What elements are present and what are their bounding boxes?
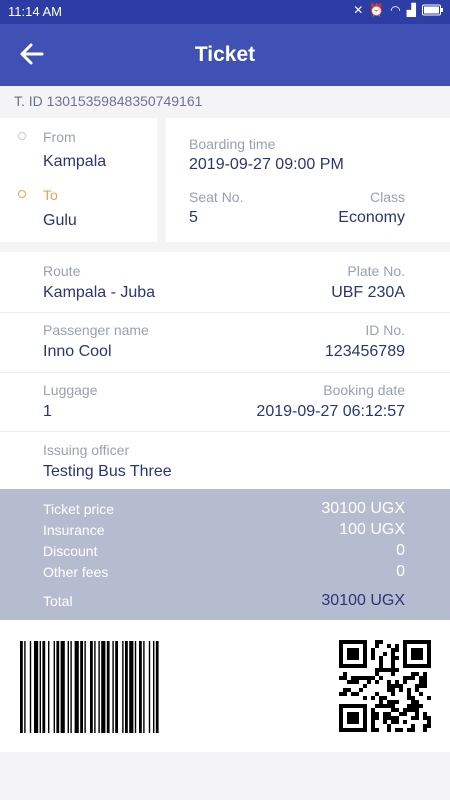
- insurance-value: 100 UGX: [339, 521, 405, 538]
- seat-value: 5: [189, 209, 198, 226]
- seat-label: Seat No.: [189, 189, 244, 205]
- other-fees-label: Other fees: [43, 564, 109, 580]
- plate-value: UBF 230A: [331, 284, 405, 301]
- id-label: ID No.: [365, 322, 405, 338]
- passenger-label: Passenger name: [43, 322, 149, 338]
- from-label: From: [43, 129, 76, 145]
- battery-icon: [422, 4, 443, 16]
- divider: [0, 372, 450, 373]
- from-value: Kampala: [43, 153, 107, 170]
- id-value: 123456789: [324, 343, 405, 360]
- boarding-time-label: Boarding time: [189, 136, 276, 152]
- total-label: Total: [43, 593, 73, 609]
- route-value: Kampala - Juba: [43, 284, 156, 301]
- other-fees-value: 0: [396, 563, 405, 580]
- class-value: Economy: [338, 209, 405, 226]
- alarm-icon: ⏰: [369, 3, 385, 17]
- to-dot-icon: [18, 190, 26, 198]
- app-bar: Ticket: [0, 24, 450, 86]
- from-dot-icon: [18, 132, 26, 140]
- boarding-card: Boarding time 2019-09-27 09:00 PM Seat N…: [166, 118, 450, 242]
- ticket-id: T. ID 13015359848350749161: [14, 93, 203, 109]
- to-label: To: [43, 187, 58, 203]
- qr-code-image: [339, 640, 431, 732]
- route-card: From Kampala To Gulu: [0, 118, 157, 242]
- officer-label: Issuing officer: [43, 442, 130, 458]
- codes-panel: [0, 620, 450, 752]
- discount-label: Discount: [43, 543, 98, 559]
- barcode-image: [20, 641, 159, 733]
- divider: [0, 431, 450, 432]
- ticket-price-value: 30100 UGX: [321, 500, 405, 517]
- route-label: Route: [43, 263, 81, 279]
- status-bar: 11:14 AM ✕ ⏰ ◠ ▟: [0, 0, 450, 24]
- class-label: Class: [369, 189, 405, 205]
- officer-value: Testing Bus Three: [43, 463, 172, 480]
- luggage-label: Luggage: [43, 382, 98, 398]
- status-time: 11:14 AM: [8, 4, 62, 19]
- status-icons: ✕ ⏰ ◠ ▟: [353, 3, 444, 17]
- total-value: 30100 UGX: [321, 592, 405, 609]
- mute-icon: ✕: [353, 3, 364, 17]
- details-card: Route Kampala - Juba Plate No. UBF 230A …: [0, 252, 450, 489]
- booking-date-value: 2019-09-27 06:12:57: [256, 403, 405, 420]
- divider: [0, 312, 450, 313]
- insurance-label: Insurance: [43, 522, 105, 538]
- signal-icon: ▟: [406, 3, 416, 17]
- page-title: Ticket: [194, 43, 256, 66]
- ticket-price-label: Ticket price: [43, 501, 115, 517]
- boarding-time-value: 2019-09-27 09:00 PM: [189, 156, 344, 173]
- to-value: Gulu: [43, 212, 77, 229]
- booking-date-label: Booking date: [323, 382, 405, 398]
- plate-label: Plate No.: [347, 263, 405, 279]
- discount-value: 0: [396, 542, 405, 559]
- wifi-icon: ◠: [390, 3, 401, 17]
- luggage-value: 1: [43, 403, 52, 420]
- fees-panel: Ticket price 30100 UGX Insurance 100 UGX…: [0, 489, 450, 620]
- passenger-value: Inno Cool: [43, 343, 112, 360]
